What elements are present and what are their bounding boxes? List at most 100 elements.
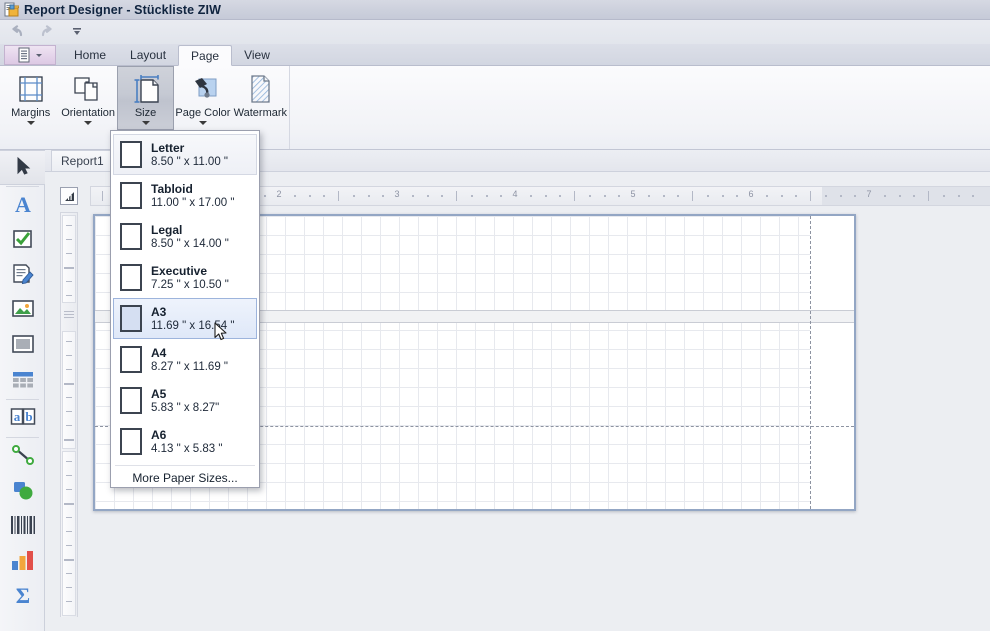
chart-icon [10,549,36,574]
chevron-down-icon[interactable] [84,121,92,125]
ruler-tick [825,195,827,197]
toolbox-item-shape[interactable] [0,474,45,509]
toolbox-item-checkbox[interactable] [0,223,45,258]
ruler-tick [545,195,547,197]
ruler-tick [840,195,842,197]
ruler-tick [66,545,72,546]
band-resize-handle[interactable] [64,311,74,319]
page-size-name: Legal [151,223,229,237]
ruler-tick [66,253,72,254]
page-size-item-letter[interactable]: Letter8.50 " x 11.00 " [113,134,257,175]
watermark-label: Watermark [234,107,287,119]
ribbon-tab-page[interactable]: Page [178,45,232,66]
svg-text:Σ: Σ [15,584,29,606]
ruler-tick [66,587,72,588]
toolbox-item-picture-box[interactable] [0,293,45,328]
page-preview-icon [120,223,142,250]
margins-button[interactable]: Margins [2,66,59,130]
ruler-tick [500,195,502,197]
more-paper-sizes-item[interactable]: More Paper Sizes... [111,466,259,490]
ruler-tick [64,383,74,385]
orientation-icon [72,71,104,107]
watermark-button[interactable]: Watermark [232,66,289,130]
page-size-dropdown-menu[interactable]: Letter8.50 " x 11.00 "Tabloid11.00 " x 1… [110,130,260,488]
ruler-tick [574,191,575,201]
orientation-button[interactable]: Orientation [59,66,116,130]
svg-text:a: a [13,409,20,424]
ruler-tick [530,195,532,197]
page-preview-icon [120,346,142,373]
page-preview-icon [120,428,142,455]
page-size-item-legal[interactable]: Legal8.50 " x 14.00 " [113,216,257,257]
ruler-tick [64,559,74,561]
ruler-tick [66,369,72,370]
ruler-tick [707,195,709,197]
page-preview-icon [120,305,142,332]
toolbox-divider [6,437,39,438]
toolbox-item-label[interactable]: A [0,188,45,223]
ruler-tick [66,489,72,490]
page-size-item-a3[interactable]: A311.69 " x 16.54 " [113,298,257,339]
ruler-tick [427,195,429,197]
ruler-tick [66,225,72,226]
ruler-tick [382,195,384,197]
ruler-tick [899,195,901,197]
toolbox-item-rich-text[interactable] [0,258,45,293]
page-size-dimensions: 8.50 " x 14.00 " [151,237,229,251]
page-size-item-tabloid[interactable]: Tabloid11.00 " x 17.00 " [113,175,257,216]
toolbox-item-barcode[interactable] [0,509,45,544]
toolbox-item-sparkline[interactable]: Σ [0,579,45,614]
ruler-tick [66,295,72,296]
toolbox-item-line[interactable] [0,439,45,474]
ruler-tick [64,439,74,441]
redo-arrow-icon[interactable] [38,23,56,41]
size-button[interactable]: Size [117,66,174,130]
chevron-down-icon[interactable] [27,121,35,125]
page-color-button[interactable]: Page Color [174,66,231,130]
panel-icon [11,334,35,357]
page-preview-icon [120,264,142,291]
ribbon-tab-layout[interactable]: Layout [118,44,178,65]
size-label: Size [135,107,156,119]
toolbox-item-pointer[interactable] [0,150,45,185]
toolbox-item-chart[interactable] [0,544,45,579]
ruler-tick [66,281,72,282]
vertical-ruler[interactable] [60,212,78,617]
page-size-icon [130,71,162,107]
page-size-item-executive[interactable]: Executive7.25 " x 10.50 " [113,257,257,298]
ribbon-tab-view[interactable]: View [232,44,282,65]
page-size-item-a4[interactable]: A48.27 " x 11.69 " [113,339,257,380]
label-a-icon: A [12,193,34,218]
page-size-item-a6[interactable]: A64.13 " x 5.83 " [113,421,257,462]
page-size-dimensions: 8.27 " x 11.69 " [151,360,228,374]
ruler-tick [338,191,339,201]
toolbox-item-table[interactable] [0,363,45,398]
undo-arrow-icon[interactable] [8,23,26,41]
page-size-name: A4 [151,346,228,360]
page-size-name: Tabloid [151,182,234,196]
ruler-tick [353,195,355,197]
toolbox-item-panel[interactable] [0,328,45,363]
ruler-corner-button[interactable] [60,187,78,205]
vertical-ruler-band-PageHeader[interactable] [62,215,76,303]
page-size-dimensions: 11.00 " x 17.00 " [151,196,234,210]
ruler-label-3: 3 [394,189,399,199]
ruler-tick [66,341,72,342]
margin-line-right [810,216,811,509]
page-color-icon [187,71,219,107]
ribbon-tab-home[interactable]: Home [62,44,118,65]
vertical-ruler-band-Detail[interactable] [62,331,76,449]
page-size-item-a5[interactable]: A55.83 " x 8.27" [113,380,257,421]
application-menu-button[interactable] [4,45,56,65]
picture-icon [11,299,35,322]
page-size-dimensions: 5.83 " x 8.27" [151,401,219,415]
ruler-label-4: 4 [512,189,517,199]
chevron-down-icon[interactable] [199,121,207,125]
ruler-tick [66,475,72,476]
toolbox-item-cross-band-box[interactable]: a b [0,401,45,436]
toolbox-divider [6,399,39,400]
ruler-tick [66,531,72,532]
customize-quick-access-icon[interactable] [68,23,86,41]
chevron-down-icon[interactable] [142,121,150,125]
ruler-tick [66,411,72,412]
